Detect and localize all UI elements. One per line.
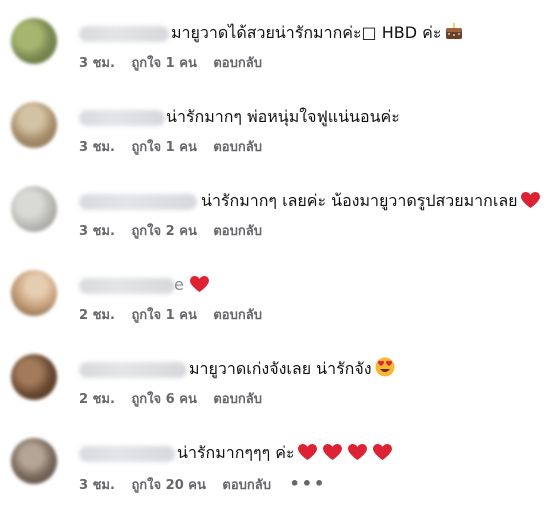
comment-item: น่ารักมากๆ พ่อหนุ่มใจฟูแน่นอนค่ะ 3 ชม. ถ… (0, 86, 555, 170)
avatar[interactable] (11, 18, 57, 64)
comment-item: มายูวาดได้สวยน่ารักมากค่ะ□ HBD ค่ะ 3 ชม.… (0, 2, 555, 86)
avatar[interactable] (11, 354, 57, 400)
comment-body: e (174, 275, 184, 294)
comment-body: น่ารักมากๆๆๆ ค่ะ (177, 443, 295, 462)
likes-count[interactable]: ถูกใจ 6 คน (131, 391, 196, 409)
comment-body: มายูวาดเก่งจังเลย น่ารักจัง (189, 359, 372, 378)
commenter-name[interactable] (79, 278, 175, 294)
avatar[interactable] (11, 270, 57, 316)
reply-button[interactable]: ตอบกลับ (213, 391, 262, 409)
comment-text: มายูวาดได้สวยน่ารักมากค่ะ□ HBD ค่ะ (171, 21, 464, 48)
reply-button[interactable]: ตอบกลับ (213, 307, 262, 325)
avatar[interactable] (11, 102, 57, 148)
comment-meta: 3 ชม. ถูกใจ 20 คน ตอบกลับ ••• (79, 475, 338, 495)
reply-button[interactable]: ตอบกลับ (213, 139, 262, 157)
likes-count[interactable]: ถูกใจ 1 คน (131, 55, 196, 73)
commenter-name[interactable] (79, 26, 169, 42)
comment-body: น่ารักมากๆ เลยค่ะ น้องมายูวาดรูปสวยมากเล… (201, 191, 518, 210)
comment-body: มายูวาดได้สวยน่ารักมากค่ะ□ HBD ค่ะ (171, 23, 442, 42)
comment-time[interactable]: 3 ชม. (79, 477, 115, 495)
comment-text: น่ารักมากๆ เลยค่ะ น้องมายูวาดรูปสวยมากเล… (201, 189, 540, 216)
likes-count[interactable]: ถูกใจ 1 คน (131, 139, 196, 157)
avatar[interactable] (11, 186, 57, 232)
comment-item: น่ารักมากๆ เลยค่ะ น้องมายูวาดรูปสวยมากเล… (0, 170, 555, 254)
comment-text: น่ารักมากๆ พ่อหนุ่มใจฟูแน่นอนค่ะ (166, 105, 400, 129)
comment-text: น่ารักมากๆๆๆ ค่ะ (177, 441, 392, 468)
commenter-name[interactable] (79, 446, 175, 462)
heart-icon (372, 444, 392, 468)
comment-body: น่ารักมากๆ พ่อหนุ่มใจฟูแน่นอนค่ะ (166, 107, 400, 126)
comment-list: มายูวาดได้สวยน่ารักมากค่ะ□ HBD ค่ะ 3 ชม.… (0, 0, 555, 505)
comment-time[interactable]: 3 ชม. (79, 223, 115, 241)
comment-meta: 2 ชม. ถูกใจ 6 คน ตอบกลับ (79, 391, 274, 409)
heart-icon (189, 276, 209, 300)
heart-eyes-emoji-icon (375, 357, 395, 384)
commenter-name[interactable] (79, 362, 187, 378)
comment-time[interactable]: 2 ชม. (79, 307, 115, 325)
heart-icon (347, 444, 367, 468)
likes-count[interactable]: ถูกใจ 2 คน (131, 223, 196, 241)
comment-meta: 3 ชม. ถูกใจ 2 คน ตอบกลับ (79, 223, 274, 241)
comment-item: e 2 ชม. ถูกใจ 1 คน ตอบกลับ (0, 254, 555, 338)
more-options-button[interactable]: ••• (290, 475, 327, 493)
heart-icon (322, 444, 342, 468)
heart-icon (520, 192, 540, 216)
avatar[interactable] (11, 438, 57, 484)
cake-icon (444, 21, 464, 48)
likes-count[interactable]: ถูกใจ 20 คน (131, 477, 205, 495)
comment-time[interactable]: 3 ชม. (79, 139, 115, 157)
reply-button[interactable]: ตอบกลับ (213, 55, 262, 73)
comment-meta: 3 ชม. ถูกใจ 1 คน ตอบกลับ (79, 55, 274, 73)
comment-item: มายูวาดเก่งจังเลย น่ารักจัง 2 ชม. ถูกใจ … (0, 338, 555, 422)
comment-meta: 2 ชม. ถูกใจ 1 คน ตอบกลับ (79, 307, 274, 325)
comment-time[interactable]: 2 ชม. (79, 391, 115, 409)
comment-meta: 3 ชม. ถูกใจ 1 คน ตอบกลับ (79, 139, 274, 157)
comment-time[interactable]: 3 ชม. (79, 55, 115, 73)
commenter-name[interactable] (79, 110, 165, 126)
commenter-name[interactable] (79, 194, 197, 210)
comment-item: น่ารักมากๆๆๆ ค่ะ 3 ชม. ถูกใจ 20 คน ตอบกล… (0, 422, 555, 506)
comment-text: e (174, 273, 209, 300)
likes-count[interactable]: ถูกใจ 1 คน (131, 307, 196, 325)
comment-text: มายูวาดเก่งจังเลย น่ารักจัง (189, 357, 395, 384)
heart-icon (297, 444, 317, 468)
reply-button[interactable]: ตอบกลับ (222, 477, 271, 495)
reply-button[interactable]: ตอบกลับ (213, 223, 262, 241)
